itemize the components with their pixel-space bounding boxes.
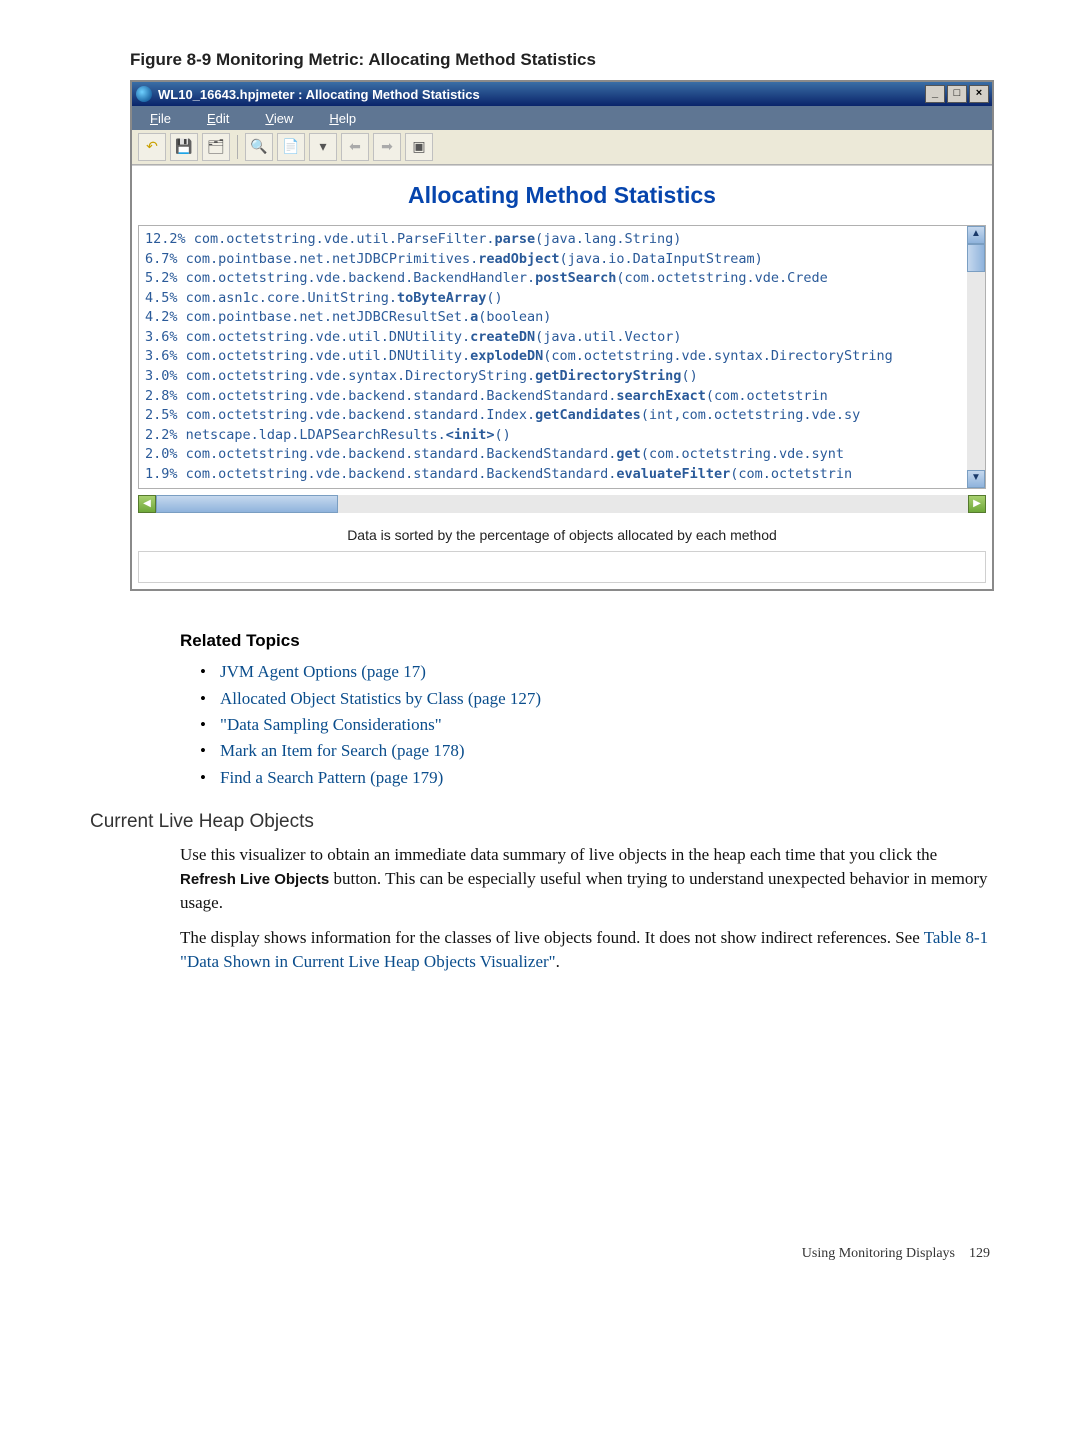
section-heading: Current Live Heap Objects [90,811,990,833]
window-titlebar: WL10_16643.hpjmeter : Allocating Method … [132,82,992,106]
stat-row[interactable]: 3.0% com.octetstring.vde.syntax.Director… [145,367,965,387]
stat-row[interactable]: 2.8% com.octetstring.vde.backend.standar… [145,387,965,407]
scroll-right-icon[interactable]: ▶ [968,495,986,513]
back-icon[interactable]: ⬅ [341,133,369,161]
related-topics-list: JVM Agent Options (page 17) Allocated Obj… [200,659,990,791]
close-button[interactable]: × [969,85,989,103]
copy-icon[interactable]: 📄 [277,133,305,161]
stat-row[interactable]: 3.6% com.octetstring.vde.util.DNUtility.… [145,328,965,348]
related-link[interactable]: Find a Search Pattern (page 179) [220,768,443,787]
page-footer: Using Monitoring Displays 129 [0,1046,1080,1292]
content-title: Allocating Method Statistics [132,165,992,225]
related-topics-item: Mark an Item for Search (page 178) [200,738,990,764]
save-all-icon[interactable]: 🗂 [202,133,230,161]
related-topics-item: "Data Sampling Considerations" [200,712,990,738]
status-bar-empty [138,551,986,583]
search-icon[interactable]: 🔍 [245,133,273,161]
related-topics-item: Find a Search Pattern (page 179) [200,765,990,791]
related-link[interactable]: Mark an Item for Search (page 178) [220,741,465,760]
stat-row[interactable]: 1.9% com.octetstring.vde.backend.standar… [145,465,965,485]
stat-row[interactable]: 4.2% com.pointbase.net.netJDBCResultSet.… [145,308,965,328]
forward-icon[interactable]: ➡ [373,133,401,161]
figure-caption: Figure 8-9 Monitoring Metric: Allocating… [130,50,990,70]
body-paragraph-1: Use this visualizer to obtain an immedia… [180,843,990,914]
related-topics-item: Allocated Object Statistics by Class (pa… [200,686,990,712]
window-title: WL10_16643.hpjmeter : Allocating Method … [156,87,925,102]
menu-edit[interactable]: Edit [189,111,247,126]
toolbar: ↶ 💾 🗂 🔍 📄 ▾ ⬅ ➡ ▣ [132,130,992,165]
related-topics-heading: Related Topics [180,631,990,651]
menubar: File Edit View Help [132,106,992,130]
horizontal-scrollbar[interactable]: ◀ ▶ [138,495,986,513]
scroll-up-icon[interactable]: ▲ [967,226,985,244]
app-icon [136,86,152,102]
stat-row[interactable]: 12.2% com.octetstring.vde.util.ParseFilt… [145,230,965,250]
content-body: 12.2% com.octetstring.vde.util.ParseFilt… [138,225,986,489]
menu-help[interactable]: Help [311,111,374,126]
stat-row[interactable]: 2.2% netscape.ldap.LDAPSearchResults.<in… [145,426,965,446]
scroll-down-icon[interactable]: ▼ [967,470,985,488]
toolbar-separator [237,135,238,159]
menu-view[interactable]: View [247,111,311,126]
scroll-track-horizontal[interactable] [156,495,968,513]
app-window: WL10_16643.hpjmeter : Allocating Method … [130,80,994,591]
stat-row[interactable]: 4.5% com.asn1c.core.UnitString.toByteArr… [145,289,965,309]
minimize-button[interactable]: _ [925,85,945,103]
undo-icon[interactable]: ↶ [138,133,166,161]
window-controls: _ □ × [925,85,992,103]
related-link[interactable]: "Data Sampling Considerations" [220,715,442,734]
related-topics-item: JVM Agent Options (page 17) [200,659,990,685]
stat-row[interactable]: 2.5% com.octetstring.vde.backend.standar… [145,406,965,426]
statistics-list: 12.2% com.octetstring.vde.util.ParseFilt… [139,226,967,488]
scroll-left-icon[interactable]: ◀ [138,495,156,513]
related-link[interactable]: JVM Agent Options (page 17) [220,662,426,681]
stat-row[interactable]: 6.7% com.pointbase.net.netJDBCPrimitives… [145,250,965,270]
refresh-live-objects-label: Refresh Live Objects [180,871,329,888]
vertical-scrollbar[interactable]: ▲ ▼ [967,226,985,488]
collapse-icon[interactable]: ▣ [405,133,433,161]
status-text: Data is sorted by the percentage of obje… [132,519,992,551]
scroll-thumb-horizontal[interactable] [156,495,338,513]
maximize-button[interactable]: □ [947,85,967,103]
stat-row[interactable]: 5.2% com.octetstring.vde.backend.Backend… [145,269,965,289]
stat-row[interactable]: 2.0% com.octetstring.vde.backend.standar… [145,445,965,465]
save-icon[interactable]: 💾 [170,133,198,161]
scroll-thumb-vertical[interactable] [967,244,985,272]
menu-file[interactable]: File [132,111,189,126]
stat-row[interactable]: 3.6% com.octetstring.vde.util.DNUtility.… [145,347,965,367]
filter-icon[interactable]: ▾ [309,133,337,161]
body-paragraph-2: The display shows information for the cl… [180,926,990,974]
related-link[interactable]: Allocated Object Statistics by Class (pa… [220,689,541,708]
scroll-track-vertical[interactable] [967,272,985,470]
